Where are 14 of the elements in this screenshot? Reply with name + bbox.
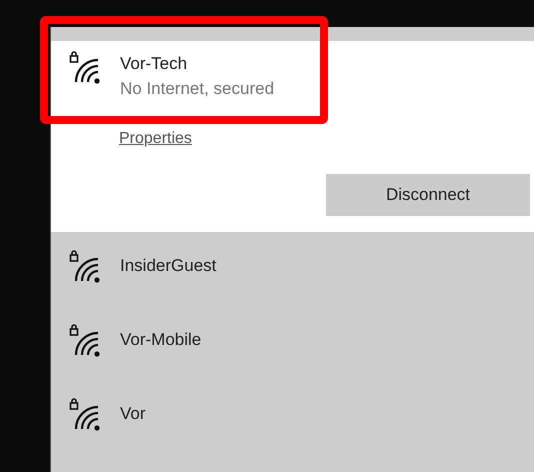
network-item[interactable]: Vor [51, 380, 534, 454]
network-name: Vor-Tech [120, 53, 188, 75]
network-item[interactable]: InsiderGuest [51, 232, 534, 306]
network-name: Vor [120, 404, 146, 424]
disconnect-button[interactable]: Disconnect [326, 174, 530, 216]
wifi-lock-icon [69, 249, 101, 283]
network-status: No Internet, secured [120, 78, 274, 100]
network-name: Vor-Mobile [120, 330, 202, 350]
wifi-lock-icon [69, 323, 101, 357]
network-item[interactable]: Vor-Mobile [51, 306, 534, 380]
wifi-lock-icon [69, 50, 101, 84]
network-name: InsiderGuest [120, 256, 216, 276]
properties-link[interactable]: Properties [119, 130, 192, 148]
wifi-lock-icon [69, 397, 101, 431]
